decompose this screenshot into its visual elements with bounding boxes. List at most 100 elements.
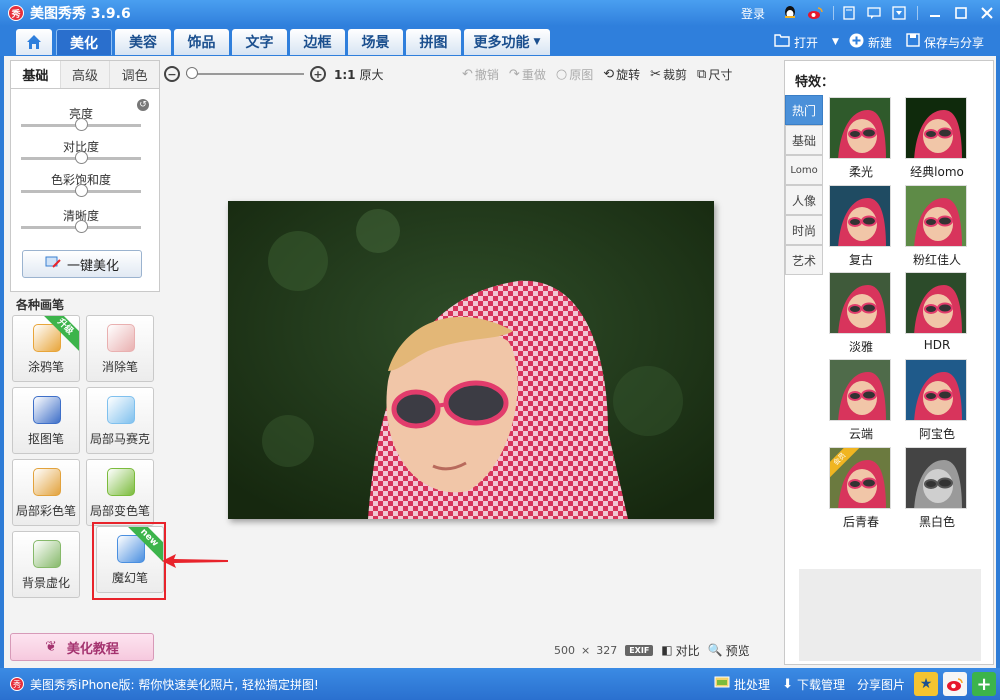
effect-category-lomo[interactable]: Lomo bbox=[785, 155, 823, 185]
compare-button[interactable]: ◧ 对比 bbox=[661, 642, 699, 659]
effect-classic-lomo[interactable]: 经典lomo bbox=[905, 97, 969, 180]
cutout-pen-button[interactable]: 抠图笔 bbox=[12, 387, 80, 454]
effect-category-portrait[interactable]: 人像 bbox=[785, 185, 823, 215]
message-icon[interactable] bbox=[863, 3, 885, 23]
tab-basic[interactable]: 基础 bbox=[11, 61, 61, 88]
effects-panel: 特效： 热门 基础 Lomo 人像 时尚 艺术 柔光 经典lomo 复古 粉红佳… bbox=[784, 60, 994, 665]
eraser-icon bbox=[107, 324, 135, 352]
effect-retro[interactable]: 复古 bbox=[829, 185, 893, 268]
slider-thumb[interactable] bbox=[75, 184, 88, 197]
download-label: 下载管理 bbox=[796, 677, 845, 692]
tab-advanced[interactable]: 高级 bbox=[60, 61, 111, 88]
arrow-annotation-icon bbox=[162, 554, 228, 568]
adjust-panel: 基础 高级 调色 ↺ 亮度 对比度 色彩饱和度 清晰度 一键美化 bbox=[10, 60, 160, 292]
slider-thumb[interactable] bbox=[75, 220, 88, 233]
effect-category-basic[interactable]: 基础 bbox=[785, 125, 823, 155]
minimize-icon[interactable] bbox=[922, 2, 948, 24]
local-recolor-pen-button[interactable]: 局部变色笔 bbox=[86, 459, 154, 526]
scissors-icon: ✂ bbox=[650, 66, 662, 82]
chevron-down-icon: ▼ bbox=[533, 37, 541, 47]
qq-icon[interactable] bbox=[779, 3, 801, 23]
doodle-pen-button[interactable]: 升级 涂鸦笔 bbox=[12, 315, 80, 382]
weibo-icon[interactable] bbox=[804, 3, 826, 23]
new-button[interactable]: 新建 bbox=[849, 33, 892, 52]
resize-button[interactable]: ⧉ 尺寸 bbox=[697, 66, 732, 83]
effect-category-art[interactable]: 艺术 bbox=[785, 245, 823, 275]
weibo-icon[interactable] bbox=[943, 672, 967, 696]
photo-canvas[interactable] bbox=[228, 201, 714, 519]
slider-track[interactable] bbox=[21, 151, 141, 164]
effect-hdr[interactable]: HDR bbox=[905, 272, 969, 352]
image-width: 500 bbox=[554, 643, 575, 657]
original-button[interactable]: ○ 原图 bbox=[556, 66, 593, 83]
download-manager-button[interactable]: ⬇ 下载管理 bbox=[782, 676, 845, 693]
home-button[interactable] bbox=[16, 29, 52, 55]
tab-more-features[interactable]: 更多功能 ▼ bbox=[464, 29, 550, 55]
zoom-slider[interactable] bbox=[186, 67, 304, 79]
effect-abao[interactable]: 阿宝色 bbox=[905, 359, 969, 442]
mosaic-pen-button[interactable]: 局部马赛克 bbox=[86, 387, 154, 454]
tab-scene[interactable]: 场景 bbox=[348, 29, 403, 55]
tab-accessories[interactable]: 饰品 bbox=[174, 29, 229, 55]
zoom-thumb[interactable] bbox=[186, 67, 198, 79]
local-color-pen-button[interactable]: 局部彩色笔 bbox=[12, 459, 80, 526]
pen-label: 局部变色笔 bbox=[89, 504, 150, 518]
close-icon[interactable] bbox=[974, 2, 1000, 24]
effect-thumbnail bbox=[905, 185, 967, 247]
exif-button[interactable]: EXIF bbox=[625, 644, 654, 656]
slider-track[interactable] bbox=[21, 220, 141, 233]
beautify-tutorial-button[interactable]: ❦ 美化教程 bbox=[10, 633, 154, 661]
crop-button[interactable]: ✂ 裁剪 bbox=[650, 66, 687, 83]
add-share-icon[interactable]: + bbox=[972, 672, 996, 696]
one-click-beautify-button[interactable]: 一键美化 bbox=[22, 250, 142, 278]
background-blur-button[interactable]: 背景虚化 bbox=[12, 531, 80, 598]
rotate-button[interactable]: ⟲ 旋转 bbox=[603, 66, 640, 83]
promo-text: 美图秀秀iPhone版: 帮你快速美化照片, 轻松搞定拼图! bbox=[30, 677, 319, 692]
open-dropdown[interactable]: ▼ bbox=[832, 37, 839, 47]
effect-thumbnail: 会员 bbox=[829, 447, 891, 509]
maximize-icon[interactable] bbox=[948, 2, 974, 24]
open-button[interactable]: 打开 bbox=[774, 33, 818, 51]
effect-thumbnail bbox=[829, 359, 891, 421]
slider-thumb[interactable] bbox=[75, 151, 88, 164]
zoom-out-icon[interactable]: − bbox=[164, 66, 180, 82]
iphone-promo-link[interactable]: 秀 美图秀秀iPhone版: 帮你快速美化照片, 轻松搞定拼图! bbox=[10, 676, 319, 693]
zoom-in-icon[interactable]: + bbox=[310, 66, 326, 82]
tab-text[interactable]: 文字 bbox=[232, 29, 287, 55]
share-label: 分享图片 bbox=[856, 677, 905, 692]
tab-border[interactable]: 边框 bbox=[290, 29, 345, 55]
undo-button[interactable]: ↶ 撤销 bbox=[462, 66, 499, 83]
tab-color[interactable]: 调色 bbox=[110, 61, 160, 88]
effect-category-hot[interactable]: 热门 bbox=[785, 95, 823, 125]
share-image-button[interactable]: 分享图片 bbox=[857, 676, 905, 693]
batch-process-button[interactable]: 批处理 bbox=[714, 675, 770, 693]
tab-beautify[interactable]: 美化 bbox=[56, 29, 112, 55]
login-link[interactable]: 登录 bbox=[741, 5, 765, 22]
effect-post-youth[interactable]: 会员 后青春 bbox=[829, 447, 893, 530]
saturation-slider: 色彩饱和度 bbox=[21, 171, 141, 197]
girl-photo-image bbox=[228, 201, 714, 519]
eraser-pen-button[interactable]: 消除笔 bbox=[86, 315, 154, 382]
home-icon bbox=[27, 35, 41, 49]
save-share-button[interactable]: 保存与分享 bbox=[906, 33, 984, 51]
effect-pink-lady[interactable]: 粉红佳人 bbox=[905, 185, 969, 268]
effect-cloud[interactable]: 云端 bbox=[829, 359, 893, 442]
preview-button[interactable]: 🔍 预览 bbox=[708, 642, 750, 659]
effect-category-fashion[interactable]: 时尚 bbox=[785, 215, 823, 245]
star-icon[interactable]: ★ bbox=[914, 672, 938, 696]
status-bar: 秀 美图秀秀iPhone版: 帮你快速美化照片, 轻松搞定拼图! 批处理 ⬇ 下… bbox=[0, 668, 1000, 700]
tab-collage[interactable]: 拼图 bbox=[406, 29, 461, 55]
tab-makeup[interactable]: 美容 bbox=[115, 29, 171, 55]
slider-thumb[interactable] bbox=[75, 118, 88, 131]
slider-track[interactable] bbox=[21, 118, 141, 131]
nav-actions: 打开 ▼ 新建 保存与分享 bbox=[774, 29, 1000, 55]
zoom-original-button[interactable]: 1:1 原大 bbox=[334, 66, 384, 83]
slider-track[interactable] bbox=[21, 184, 141, 197]
menu-icon[interactable] bbox=[888, 3, 910, 23]
effect-elegant[interactable]: 淡雅 bbox=[829, 272, 893, 355]
highlight-annotation bbox=[92, 522, 166, 600]
skin-icon[interactable] bbox=[838, 3, 860, 23]
redo-button[interactable]: ↷ 重做 bbox=[509, 66, 546, 83]
effect-soft-light[interactable]: 柔光 bbox=[829, 97, 893, 180]
effect-black-white[interactable]: 黑白色 bbox=[905, 447, 969, 530]
